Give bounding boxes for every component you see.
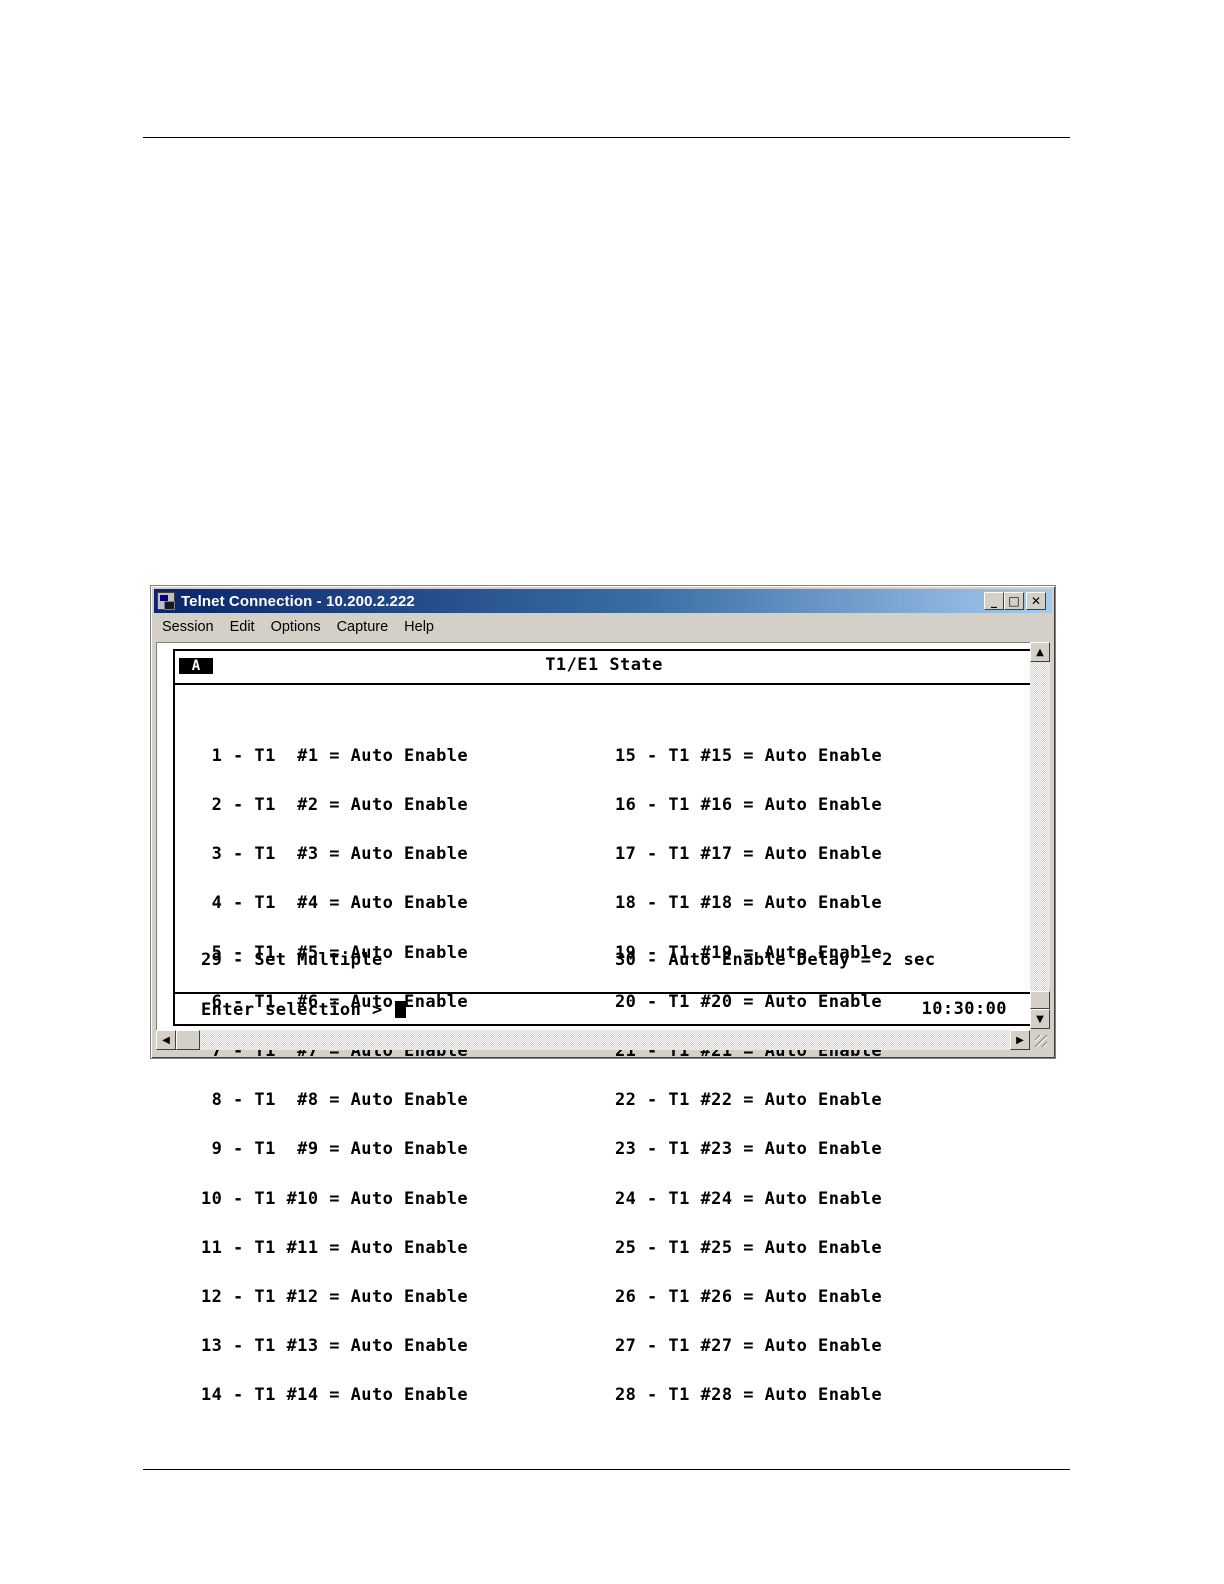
list-item: 17 - T1 #17 = Auto Enable [615, 844, 883, 865]
list-item: 10 - T1 #10 = Auto Enable [201, 1188, 469, 1209]
maximize-button[interactable]: □ [1004, 592, 1024, 610]
window-controls: _ □ ✕ [984, 592, 1046, 610]
telnet-window: Telnet Connection - 10.200.2.222 _ □ ✕ S… [150, 585, 1056, 1404]
right-channel-list: 15 - T1 #15 = Auto Enable 16 - T1 #16 = … [615, 715, 882, 1437]
list-item: 14 - T1 #14 = Auto Enable [201, 1385, 469, 1406]
vertical-scroll-thumb[interactable] [1030, 991, 1050, 1009]
menu-capture[interactable]: Capture [329, 619, 397, 635]
terminal-screen[interactable]: A T1/E1 State 1 - T1 #1 = Auto Enable 2 … [156, 642, 1033, 1404]
resize-grip[interactable] [1030, 1030, 1050, 1050]
horizontal-scroll-thumb[interactable] [176, 1030, 200, 1050]
list-item: 23 - T1 #23 = Auto Enable [615, 1139, 883, 1160]
list-item: 12 - T1 #12 = Auto Enable [201, 1287, 469, 1308]
scroll-down-button[interactable]: ▼ [1030, 1009, 1050, 1029]
list-item: 15 - T1 #15 = Auto Enable [615, 745, 883, 766]
list-item: 27 - T1 #27 = Auto Enable [615, 1336, 883, 1357]
page-top-rule [143, 137, 1070, 138]
close-button[interactable]: ✕ [1026, 592, 1046, 610]
menu-options[interactable]: Options [263, 619, 329, 635]
option-auto-enable-delay: 30 - Auto Enable Delay = 2 sec [615, 950, 936, 970]
scroll-right-button[interactable]: ▶ [1010, 1030, 1030, 1050]
clock: 10:30:00 [921, 999, 1007, 1019]
list-item: 28 - T1 #28 = Auto Enable [615, 1385, 883, 1406]
header-divider [175, 683, 1033, 685]
menu-session[interactable]: Session [154, 619, 222, 635]
list-item: 2 - T1 #2 = Auto Enable [201, 795, 469, 816]
list-item: 1 - T1 #1 = Auto Enable [201, 745, 469, 766]
vertical-scrollbar[interactable]: ▲ ▼ [1030, 642, 1050, 1029]
list-item: 8 - T1 #8 = Auto Enable [201, 1090, 469, 1111]
list-item: 26 - T1 #26 = Auto Enable [615, 1287, 883, 1308]
title-bar[interactable]: Telnet Connection - 10.200.2.222 _ □ ✕ [154, 589, 1052, 613]
list-item: 3 - T1 #3 = Auto Enable [201, 844, 469, 865]
selection-prompt[interactable]: Enter selection > [201, 1000, 407, 1020]
window-title: Telnet Connection - 10.200.2.222 [181, 592, 415, 610]
list-item: 18 - T1 #18 = Auto Enable [615, 893, 883, 914]
telnet-app-icon[interactable] [157, 592, 175, 610]
list-item: 16 - T1 #16 = Auto Enable [615, 795, 883, 816]
list-item: 11 - T1 #11 = Auto Enable [201, 1237, 469, 1258]
page-bottom-rule [143, 1469, 1070, 1470]
horizontal-scrollbar[interactable]: ◀ ▶ [156, 1030, 1030, 1050]
list-item: 13 - T1 #13 = Auto Enable [201, 1336, 469, 1357]
menu-bar: Session Edit Options Capture Help [154, 614, 442, 640]
text-cursor [395, 1001, 407, 1018]
terminal-frame: A T1/E1 State 1 - T1 #1 = Auto Enable 2 … [173, 649, 1033, 1404]
scroll-left-button[interactable]: ◀ [156, 1030, 176, 1050]
menu-help[interactable]: Help [396, 619, 442, 635]
footer-divider [175, 992, 1033, 994]
list-item: 25 - T1 #25 = Auto Enable [615, 1237, 883, 1258]
list-item: 24 - T1 #24 = Auto Enable [615, 1188, 883, 1209]
list-item: 22 - T1 #22 = Auto Enable [615, 1090, 883, 1111]
list-item: 9 - T1 #9 = Auto Enable [201, 1139, 469, 1160]
list-item: 20 - T1 #20 = Auto Enable [615, 991, 883, 1012]
screen-title: T1/E1 State [545, 655, 663, 675]
list-item: 4 - T1 #4 = Auto Enable [201, 893, 469, 914]
option-set-multiple: 29 - Set Multiple [201, 950, 383, 970]
minimize-button[interactable]: _ [984, 592, 1004, 610]
prompt-label: Enter selection > [201, 1000, 394, 1020]
menu-edit[interactable]: Edit [222, 619, 263, 635]
scroll-up-button[interactable]: ▲ [1030, 642, 1050, 662]
left-channel-list: 1 - T1 #1 = Auto Enable 2 - T1 #2 = Auto… [201, 715, 468, 1437]
